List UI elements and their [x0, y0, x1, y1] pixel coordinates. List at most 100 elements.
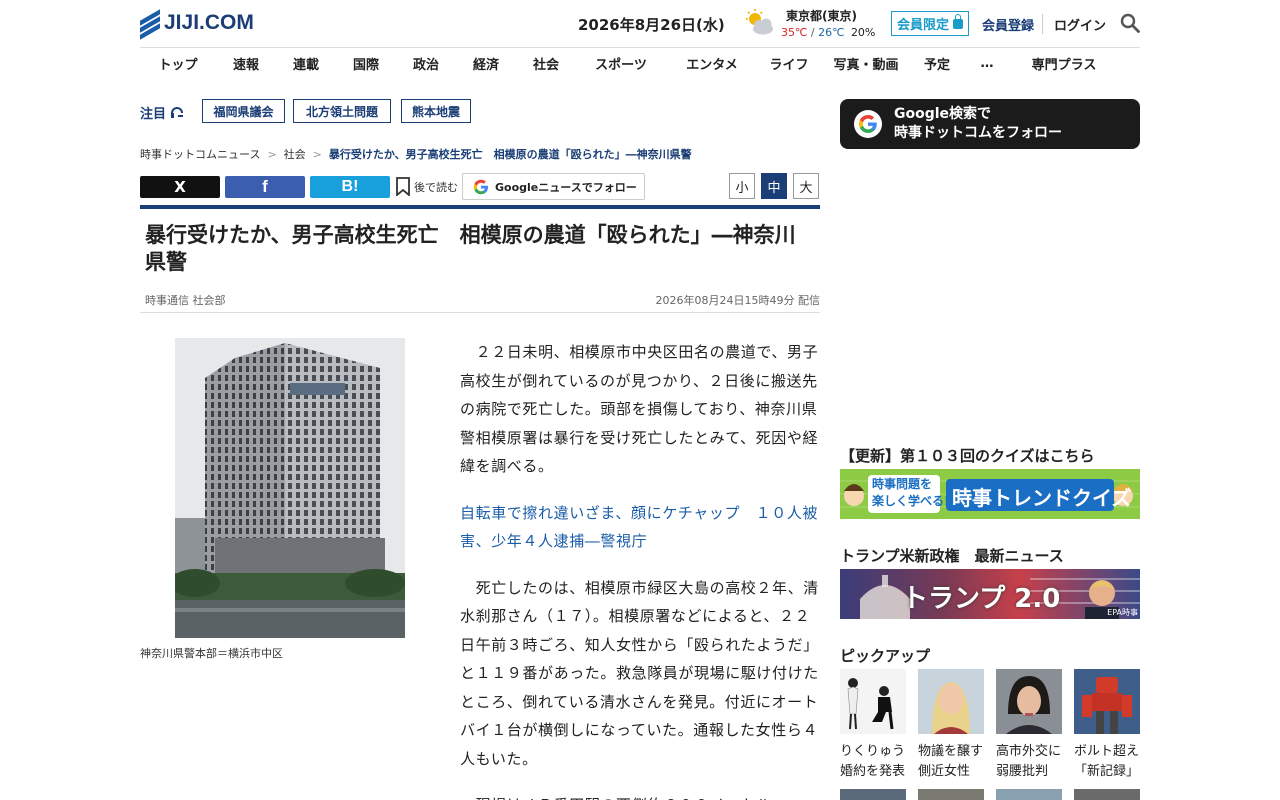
pickup-label-line1: 物議を醸す [918, 744, 984, 759]
lock-icon [953, 13, 963, 29]
nav-top[interactable]: トップ [140, 48, 216, 78]
nav-life[interactable]: ライフ [758, 48, 820, 78]
trump-heading[interactable]: トランプ米新政権 最新ニュース [840, 545, 1064, 566]
meta-divider [140, 312, 820, 313]
trending-tag[interactable]: 福岡県議会 [202, 99, 285, 123]
pickup-label: ボルト超え 「新記録」 [1074, 742, 1140, 782]
register-link[interactable]: 会員登録 [982, 15, 1034, 34]
pickup-thumbnail-row2[interactable] [840, 789, 906, 800]
temp-low: 26℃ [818, 26, 845, 39]
nav-economy[interactable]: 経済 [456, 48, 516, 78]
site-logo[interactable]: JIJI.COM [140, 9, 254, 40]
trump-banner-title: トランプ 2.0 [902, 584, 1061, 614]
google-follow-line1: Google検索で [894, 106, 992, 122]
google-follow-line2: 時事ドットコムをフォロー [894, 125, 1062, 141]
article-byline: 時事通信 社会部 [145, 294, 226, 307]
pickup-item[interactable]: りくりゅう 婚約を発表 [840, 669, 906, 782]
sunny-cloudy-icon [746, 9, 773, 35]
nav-schedule[interactable]: 予定 [912, 48, 962, 78]
trending-label-text: 注目 [140, 107, 167, 122]
read-later-label: 後で読む [414, 180, 458, 194]
nav-politics[interactable]: 政治 [396, 48, 456, 78]
main-nav: トップ 速報 連載 国際 政治 経済 社会 スポーツ エンタメ ライフ 写真・動… [140, 47, 1140, 77]
pickup-label-line1: りくりゅう [840, 744, 906, 759]
nav-photo-video[interactable]: 写真・動画 [820, 48, 912, 78]
article-title: 暴行受けたか、男子高校生死亡 相模原の農道「殴られた」―神奈川県警 [145, 223, 796, 274]
article-paragraph: 現場はＪＲ番田駅の西側約６００メートル [460, 791, 820, 800]
facebook-icon: f [262, 177, 268, 196]
pickup-label: 物議を醸す 側近女性 [918, 742, 984, 782]
header-divider [1042, 14, 1043, 34]
pickup-thumbnail [1074, 669, 1140, 734]
google-icon [473, 179, 488, 194]
hatena-icon: B! [341, 178, 359, 195]
trending-tag[interactable]: 北方領土問題 [293, 99, 391, 123]
nav-series[interactable]: 連載 [276, 48, 336, 78]
photo-caption: 神奈川県警本部＝横浜市中区 [140, 647, 283, 660]
article-photo[interactable] [175, 338, 405, 638]
share-facebook-button[interactable]: f [225, 176, 305, 198]
trending-tag[interactable]: 熊本地震 [401, 99, 471, 123]
google-news-label: Googleニュースでフォロー [495, 180, 637, 194]
article-published-date: 2026年08月24日15時49分 配信 [655, 294, 820, 307]
site-header: JIJI.COM 2026年8月26日(水) 東京都(東京) 35℃ / 26℃… [140, 0, 1140, 48]
nav-entertainment[interactable]: エンタメ [666, 48, 758, 78]
pickup-item[interactable]: 物議を醸す 側近女性 [918, 669, 984, 782]
share-hatena-button[interactable]: B! [310, 176, 390, 198]
share-x-button[interactable]: X [140, 176, 220, 198]
quiz-banner[interactable]: 時事問題を 楽しく学べる! 時事トレンドクイズ [840, 469, 1140, 519]
nav-society[interactable]: 社会 [516, 48, 576, 78]
police-headquarters-photo [175, 338, 405, 638]
article-paragraph: ２２日未明、相模原市中央区田名の農道で、男子高校生が倒れているのが見つかり、２日… [460, 343, 819, 475]
font-size-medium-button[interactable]: 中 [761, 173, 787, 199]
breadcrumb-home[interactable]: 時事ドットコムニュース [140, 148, 260, 161]
article-body: ２２日未明、相模原市中央区田名の農道で、男子高校生が倒れているのが見つかり、２日… [460, 338, 820, 800]
google-icon [854, 110, 882, 138]
pickup-label-line1: ボルト超え [1074, 744, 1140, 759]
article-top-rule [140, 205, 820, 209]
nav-breaking[interactable]: 速報 [216, 48, 276, 78]
pickup-item[interactable]: 高市外交に 弱腰批判 [996, 669, 1062, 782]
nav-more[interactable]: … [962, 48, 1012, 78]
temp-separator: / [810, 26, 815, 39]
pickup-thumbnail-row2[interactable] [996, 789, 1062, 800]
pickup-thumbnail-row2[interactable] [918, 789, 984, 800]
trump-banner[interactable]: トランプ 2.0 EPA時事 [840, 569, 1140, 619]
nav-sports[interactable]: スポーツ [576, 48, 666, 78]
pickup-label-line1: 高市外交に [996, 744, 1062, 759]
pickup-item[interactable]: ボルト超え 「新記録」 [1074, 669, 1140, 782]
pickup-thumbnail-row2[interactable] [1074, 789, 1140, 800]
pickup-label-line2: 婚約を発表 [840, 764, 906, 779]
read-later-button[interactable]: 後で読む [395, 177, 458, 196]
nav-premium-plus[interactable]: 専門プラス [1012, 48, 1116, 78]
pickup-label-line2: 弱腰批判 [996, 764, 1049, 779]
related-article-link[interactable]: 自転車で擦れ違いざま、顔にケチャップ １０人被害、少年４人逮捕―警視庁 [460, 499, 820, 556]
quiz-banner-line2: 楽しく学べる! [872, 494, 950, 508]
login-link[interactable]: ログイン [1054, 15, 1106, 34]
member-only-button[interactable]: 会員限定 [891, 11, 969, 36]
x-icon: X [174, 178, 186, 196]
trending-icon [171, 106, 184, 118]
pickup-label: りくりゅう 婚約を発表 [840, 742, 906, 782]
google-follow-banner[interactable]: Google検索で 時事ドットコムをフォロー [840, 99, 1140, 149]
logo-mark-icon [140, 9, 160, 40]
nav-international[interactable]: 国際 [336, 48, 396, 78]
breadcrumb-category[interactable]: 社会 [284, 148, 306, 161]
pickup-label-line2: 「新記録」 [1074, 764, 1140, 779]
breadcrumb: 時事ドットコムニュース > 社会 > 暴行受けたか、男子高校生死亡 相模原の農道「殴られ… [140, 146, 692, 162]
rain-chance: 20% [850, 26, 876, 39]
pickup-thumbnail [840, 669, 906, 734]
font-size-small-button[interactable]: 小 [729, 173, 755, 199]
article-paragraph: 死亡したのは、相模原市緑区大島の高校２年、清水刹那さん（１７）。相模原署などによ… [460, 578, 819, 768]
pickup-label: 高市外交に 弱腰批判 [996, 742, 1062, 782]
pickup-thumbnail [996, 669, 1062, 734]
search-icon[interactable] [1120, 13, 1140, 33]
member-only-label: 会員限定 [896, 18, 949, 33]
photo-credit: EPA時事 [1107, 608, 1138, 617]
quiz-heading[interactable]: 【更新】第１０３回のクイズはこちら [840, 445, 1095, 466]
trending-label: 注目 [140, 103, 184, 122]
breadcrumb-separator: > [267, 148, 277, 161]
font-size-large-button[interactable]: 大 [793, 173, 819, 199]
google-news-follow-button[interactable]: Googleニュースでフォロー [462, 173, 645, 200]
bookmark-icon [396, 177, 410, 196]
